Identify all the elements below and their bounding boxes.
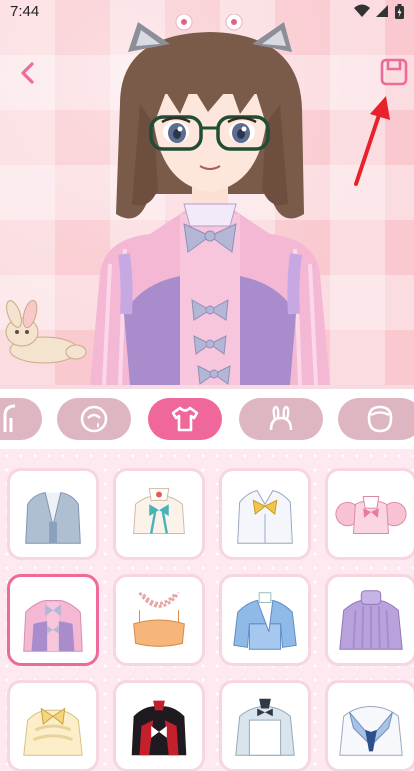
item-cream-frilly-blouse[interactable] (7, 680, 99, 771)
bunny-ears-icon (269, 405, 293, 431)
white-crop-top-teal-bow-icon (133, 488, 185, 534)
signal-icon (376, 5, 388, 17)
head-outline-icon (367, 405, 393, 433)
plush-bunny-icon (5, 300, 87, 364)
tab-hair[interactable] (0, 398, 42, 440)
orange-bandeau-pearl-necklace-icon (133, 591, 185, 647)
cream-frilly-blouse-icon (23, 707, 83, 756)
white-shirt-yellow-bow-icon (237, 490, 293, 544)
battery-charging-icon (395, 3, 404, 19)
blue-kimono-top-icon (25, 492, 81, 544)
category-tabbar (0, 389, 414, 447)
item-orange-bandeau[interactable] (113, 574, 205, 666)
sailor-uniform-top-icon (339, 706, 403, 756)
chevron-left-icon (21, 62, 34, 84)
status-time: 7:44 (10, 2, 40, 20)
tab-clothes[interactable] (148, 398, 222, 440)
face-icon (80, 405, 108, 433)
item-white-crop-top[interactable] (113, 468, 205, 560)
maid-apron-top-icon (235, 698, 295, 756)
save-button[interactable] (380, 58, 408, 86)
purple-turtleneck-sweater-icon (339, 590, 403, 650)
pink-puff-sleeve-top-icon (335, 495, 407, 534)
shirt-icon (171, 406, 199, 432)
item-blue-kimono-top[interactable] (7, 468, 99, 560)
clothing-item-grid (0, 449, 414, 771)
item-blue-kimono-wrap[interactable] (219, 574, 311, 666)
character-avatar (90, 14, 330, 385)
hair-icon (3, 404, 16, 432)
wifi-icon (354, 4, 370, 17)
item-pink-puff-sleeve-top[interactable] (325, 468, 414, 560)
status-icons (354, 3, 404, 19)
item-white-shirt-yellow-bow[interactable] (219, 468, 311, 560)
character-preview (0, 0, 414, 385)
blue-kimono-wrap-icon (233, 592, 297, 650)
tab-head[interactable] (338, 398, 414, 440)
item-maid-apron-top[interactable] (219, 680, 311, 771)
status-bar: 7:44 (0, 0, 414, 22)
back-button[interactable] (14, 58, 40, 88)
tab-face[interactable] (57, 398, 131, 440)
pink-purple-striped-top-icon (23, 600, 83, 652)
red-black-gothic-dress-icon (131, 700, 187, 756)
item-purple-turtleneck[interactable] (325, 574, 414, 666)
save-icon (380, 58, 408, 86)
item-sailor-uniform-top[interactable] (325, 680, 414, 771)
annotation-arrow-icon (354, 96, 390, 186)
item-pink-purple-striped-top[interactable] (7, 574, 99, 666)
tab-accessories[interactable] (239, 398, 323, 440)
item-red-black-gothic-dress[interactable] (113, 680, 205, 771)
